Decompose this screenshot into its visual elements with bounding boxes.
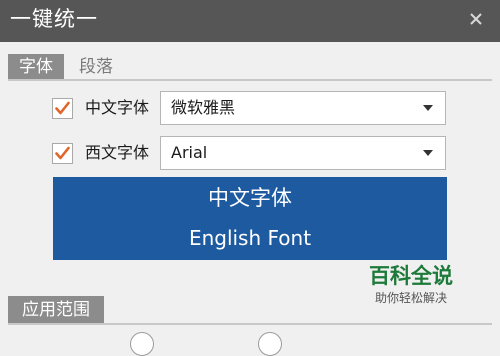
window-titlebar: 一键统一 (0, 0, 500, 42)
check-icon (55, 146, 70, 160)
scope-radio[interactable] (130, 332, 154, 356)
tab-divider (8, 79, 492, 81)
watermark-subtitle: 助你轻松解决 (374, 291, 447, 305)
window-title: 一键统一 (10, 7, 98, 31)
watermark-title: 百科全说 (369, 264, 453, 288)
chevron-down-icon (423, 105, 433, 111)
chinese-font-select[interactable]: 微软雅黑 (160, 91, 446, 125)
western-font-label: 西文字体 (85, 143, 150, 162)
watermark-logo: 百科全说 助你轻松解决 (356, 262, 466, 312)
preview-english-text: English Font (188, 226, 312, 250)
chinese-font-label: 中文字体 (85, 98, 150, 117)
western-font-select[interactable]: Arial (160, 136, 446, 170)
chevron-down-icon (423, 150, 433, 156)
section-divider (8, 323, 492, 325)
tab-paragraph[interactable]: 段落 (66, 54, 126, 80)
chinese-font-checkbox[interactable] (52, 98, 73, 119)
font-preview: 中文字体 English Font (53, 177, 447, 260)
scope-radio[interactable] (258, 332, 282, 356)
tab-font[interactable]: 字体 (8, 54, 64, 80)
western-font-checkbox[interactable] (52, 143, 73, 164)
close-icon[interactable] (464, 7, 488, 31)
scope-section-title: 应用范围 (8, 296, 104, 324)
chinese-font-value: 微软雅黑 (171, 98, 236, 117)
check-icon (55, 101, 70, 115)
western-font-value: Arial (171, 143, 208, 162)
preview-chinese-text: 中文字体 (208, 186, 292, 210)
